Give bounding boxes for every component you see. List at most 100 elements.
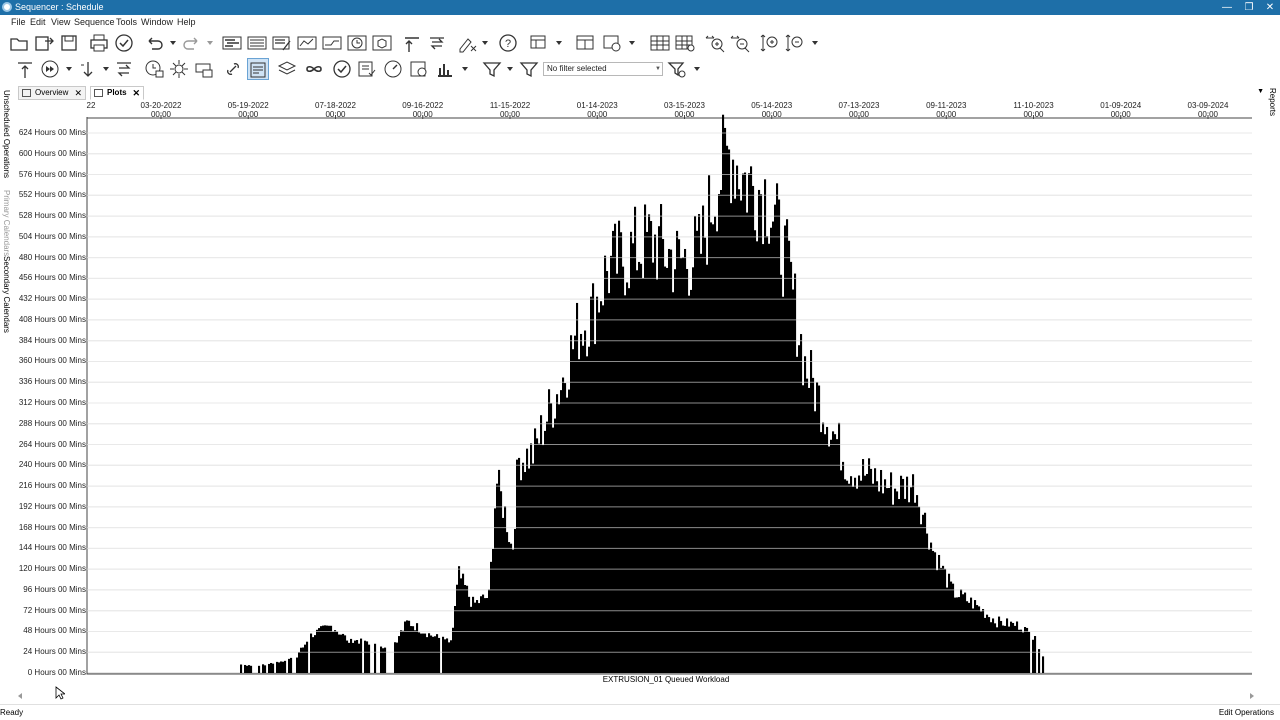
side-tab-primary-calendars[interactable]: Primary Calendars (2, 190, 11, 256)
filter-settings-icon[interactable] (666, 58, 688, 80)
menu-help[interactable]: Help (177, 17, 196, 27)
zoom-in-vertical-icon[interactable] (758, 32, 780, 54)
workload-bar (878, 491, 881, 673)
workload-bar (468, 596, 471, 673)
tab-list-dropdown-icon[interactable]: ▼ (1257, 88, 1264, 95)
properties-icon[interactable] (247, 58, 269, 80)
play-forward-icon[interactable] (39, 58, 61, 80)
lock-time-icon[interactable] (143, 58, 165, 80)
edit-table-icon[interactable] (271, 32, 293, 54)
workload-bar (984, 617, 987, 673)
grid-icon[interactable] (649, 32, 671, 54)
workload-bar (700, 253, 703, 673)
filter-icon[interactable] (481, 58, 503, 80)
print-icon[interactable] (88, 32, 110, 54)
clock-view-icon[interactable] (346, 32, 368, 54)
close-icon[interactable]: ✕ (132, 87, 140, 99)
gantt-view-icon[interactable] (221, 32, 243, 54)
help-icon[interactable]: ? (497, 32, 519, 54)
clear-dropdown-icon[interactable] (481, 39, 489, 47)
link-icon[interactable] (222, 58, 244, 80)
minimize-button[interactable]: — (1216, 0, 1238, 15)
workload-bar (782, 296, 785, 673)
undo-icon[interactable] (143, 32, 165, 54)
zoom-out-vertical-icon[interactable] (783, 32, 805, 54)
clear-edit-icon[interactable] (456, 32, 478, 54)
infinity-icon[interactable] (303, 58, 325, 80)
filter-dropdown-icon[interactable] (506, 65, 514, 73)
tab-overview[interactable]: Overview ✕ (18, 86, 86, 100)
gauge-icon[interactable] (382, 58, 404, 80)
menu-window[interactable]: Window (141, 17, 173, 27)
timeline-view-icon[interactable] (321, 32, 343, 54)
close-button[interactable]: ✕ (1259, 0, 1280, 15)
close-icon[interactable]: ✕ (74, 87, 82, 99)
save-icon[interactable] (58, 32, 80, 54)
sequence-merge-icon[interactable] (426, 32, 448, 54)
chart-export-dropdown-icon[interactable] (461, 65, 469, 73)
zoom-out-horizontal-icon[interactable] (729, 32, 751, 54)
list-view-icon[interactable] (246, 32, 268, 54)
workload-bar (428, 633, 431, 673)
side-tab-secondary-calendars[interactable]: Secondary Calendars (2, 256, 11, 333)
menu-file[interactable]: File (11, 17, 26, 27)
menu-view[interactable]: View (51, 17, 70, 27)
chart-view-icon[interactable] (296, 32, 318, 54)
redo-dropdown-icon[interactable] (206, 39, 214, 47)
window-layout-icon[interactable] (574, 32, 596, 54)
open-folder-icon[interactable] (8, 32, 30, 54)
workload-bar (728, 149, 731, 673)
menu-tools[interactable]: Tools (116, 17, 137, 27)
check-circle-icon[interactable] (331, 58, 353, 80)
workload-bar (318, 628, 321, 673)
workload-bar (1016, 621, 1019, 673)
workload-bar (710, 222, 713, 673)
side-tab-unscheduled-operations[interactable]: Unscheduled Operations (2, 90, 11, 178)
sequence-up-icon[interactable] (401, 32, 423, 54)
workload-bar (992, 618, 995, 673)
workload-bar (824, 434, 827, 673)
redo-icon[interactable] (181, 32, 203, 54)
filter-edit-icon[interactable] (518, 58, 540, 80)
workload-bar (380, 646, 383, 673)
workload-bar (648, 214, 651, 673)
layout-icon[interactable] (528, 32, 550, 54)
resequence-icon[interactable] (113, 58, 135, 80)
sort-down-icon[interactable] (77, 58, 99, 80)
refresh-view-icon[interactable] (601, 32, 623, 54)
workload-bar (612, 230, 615, 673)
zoom-dropdown-icon[interactable] (811, 39, 819, 47)
sequence-down-icon[interactable] (14, 58, 36, 80)
refresh-dropdown-icon[interactable] (628, 39, 636, 47)
tab-plots[interactable]: Plots ✕ (90, 86, 144, 100)
restore-button[interactable]: ❐ (1238, 0, 1260, 15)
machine-icon[interactable] (193, 58, 215, 80)
export-icon[interactable] (33, 32, 55, 54)
filter-settings-dropdown-icon[interactable] (693, 65, 701, 73)
burst-icon[interactable] (168, 58, 190, 80)
zoom-in-horizontal-icon[interactable] (704, 32, 726, 54)
workload-bar (772, 221, 775, 673)
layout-dropdown-icon[interactable] (555, 39, 563, 47)
grid-settings-icon[interactable] (674, 32, 696, 54)
workload-bar (936, 570, 939, 673)
report-icon[interactable] (408, 58, 430, 80)
workload-bar (902, 478, 905, 673)
filter-select[interactable]: No filter selected ▼ (543, 62, 663, 76)
workload-bar (462, 573, 465, 673)
cube-view-icon[interactable] (371, 32, 393, 54)
horizontal-scrollbar[interactable] (16, 692, 1256, 700)
validate-icon[interactable] (113, 32, 135, 54)
workload-bar (608, 293, 611, 673)
side-tab-reports[interactable]: Reports (1268, 88, 1277, 116)
play-dropdown-icon[interactable] (65, 65, 73, 73)
workload-bar (262, 664, 265, 673)
layers-icon[interactable] (276, 58, 298, 80)
undo-dropdown-icon[interactable] (169, 39, 177, 47)
menu-sequence[interactable]: Sequence (74, 17, 115, 27)
workload-bar (788, 240, 791, 673)
chart-export-icon[interactable] (434, 58, 456, 80)
menu-edit[interactable]: Edit (30, 17, 46, 27)
checklist-icon[interactable] (356, 58, 378, 80)
sort-dropdown-icon[interactable] (102, 65, 110, 73)
